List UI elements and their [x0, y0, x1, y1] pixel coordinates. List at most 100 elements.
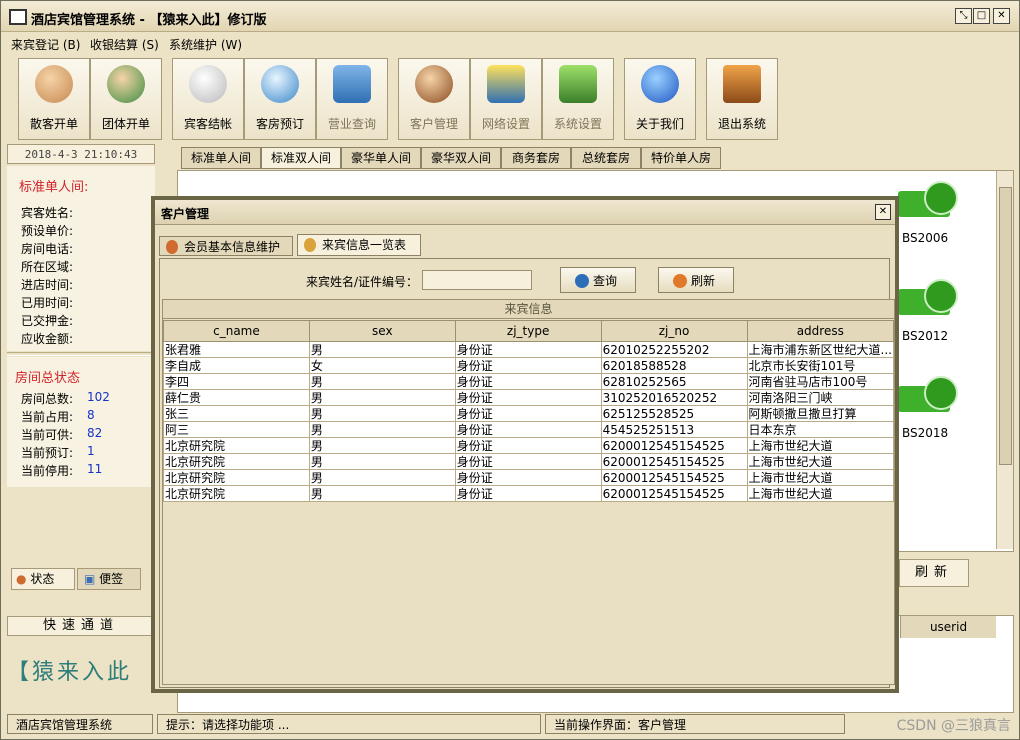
status-value: 82 [87, 426, 103, 440]
table-cell: 身份证 [454, 469, 602, 486]
clock: 2018-4-3 21:10:43 [7, 144, 155, 164]
table-row[interactable]: 张三男身份证 625125528525 阿斯顿撒旦撒旦打算 [163, 405, 895, 422]
tab-guest-list[interactable]: 来宾信息一览表 [297, 234, 421, 256]
room-info-field: 进店时间: [21, 278, 74, 292]
table-cell: 身份证 [454, 485, 602, 502]
restore-icon[interactable]: ⤡ [955, 8, 972, 24]
table-cell: 身份证 [454, 405, 602, 422]
column-header[interactable]: address [746, 320, 895, 342]
userid-column-header: userid [900, 616, 996, 638]
table-row[interactable]: 北京研究院男身份证 6200012545154525 上海市世纪大道 [163, 469, 895, 486]
table-row[interactable]: 李自成女身份证 62018588528 北京市长安街101号 [163, 357, 895, 374]
table-row[interactable]: 薛仁贵男身份证 310252016520252 河南洛阳三门峡 [163, 389, 895, 406]
room-grid-scrollbar[interactable] [996, 171, 1013, 549]
table-cell: 身份证 [454, 341, 602, 358]
tab-presidential-suite[interactable]: 总统套房 [571, 147, 641, 169]
table-row[interactable]: 阿三男身份证 454525251513 日本东京 [163, 421, 895, 438]
reservation-button[interactable]: 客房预订 [244, 58, 316, 140]
tab-standard-single[interactable]: 标准单人间 [181, 147, 261, 169]
close-icon[interactable]: ✕ [875, 204, 891, 220]
exit-icon [723, 65, 761, 103]
table-cell: 河南省驻马店市100号 [746, 373, 895, 390]
business-query-button[interactable]: 营业查询 [316, 58, 388, 140]
table-cell: 北京研究院 [163, 453, 310, 470]
watermark: CSDN @三狼真言 [896, 718, 1011, 734]
left-tabs: ● 状态 ▣ 便签 [7, 568, 155, 590]
brand-text: 【猿来入此 [7, 660, 133, 685]
table-row[interactable]: 李四男身份证 62810252565 河南省驻马店市100号 [163, 373, 895, 390]
maximize-icon[interactable]: □ [973, 8, 990, 24]
table-row[interactable]: 北京研究院男身份证 6200012545154525 上海市世纪大道 [163, 453, 895, 470]
tab-standard-double[interactable]: 标准双人间 [261, 147, 341, 169]
table-cell: 北京研究院 [163, 469, 310, 486]
room-info-field: 应收金额: [21, 332, 74, 346]
close-icon[interactable]: ✕ [993, 8, 1010, 24]
divider [7, 352, 155, 356]
room-info-field: 已用时间: [21, 296, 74, 310]
table-cell: 身份证 [454, 453, 602, 470]
menu-system[interactable]: 系统维护 (W) [169, 36, 242, 53]
room-info: 标准单人间: 宾客姓名: 预设单价: 房间电话: 所在区域: 进店时间: 已用时… [7, 166, 155, 351]
guest-table-container: 来宾信息 c_name sex zj_type zj_no address 张君… [162, 299, 895, 685]
table-row[interactable]: 北京研究院男身份证 6200012545154525 上海市世纪大道 [163, 485, 895, 502]
memo-icon: ▣ [84, 572, 96, 586]
system-settings-button[interactable]: 系统设置 [542, 58, 614, 140]
table-cell: 身份证 [454, 421, 602, 438]
about-button[interactable]: 关于我们 [624, 58, 696, 140]
search-input[interactable] [422, 270, 532, 290]
table-row[interactable]: 张君雅男身份证 62010252255202 上海市浦东新区世纪大道... [163, 341, 895, 358]
exit-button[interactable]: 退出系统 [706, 58, 778, 140]
room-card[interactable]: BS2006 [898, 181, 958, 245]
room-card[interactable]: BS2012 [898, 279, 958, 343]
menu-checkin[interactable]: 来宾登记 (B) [11, 36, 80, 53]
room-number: BS2006 [902, 231, 949, 245]
status-value: 8 [87, 408, 95, 422]
group-order-button[interactable]: 团体开单 [90, 58, 162, 140]
room-status-heading: 房间总状态 [15, 371, 81, 386]
menu-cashier[interactable]: 收银结算 (S) [90, 36, 159, 53]
tab-special-single[interactable]: 特价单人房 [641, 147, 721, 169]
checkout-button[interactable]: 宾客结帐 [172, 58, 244, 140]
tab-deluxe-single[interactable]: 豪华单人间 [341, 147, 421, 169]
status-bar: 酒店宾馆管理系统 提示：请选择功能项 ... 当前操作界面：客户管理 CSDN … [1, 712, 1019, 738]
tab-deluxe-double[interactable]: 豪华双人间 [421, 147, 501, 169]
tab-status[interactable]: ● 状态 [11, 568, 75, 590]
table-cell: 上海市浦东新区世纪大道... [746, 341, 895, 358]
column-header[interactable]: zj_type [454, 320, 602, 342]
refresh-button[interactable]: 刷新 [658, 267, 734, 293]
table-cell: 上海市世纪大道 [746, 469, 895, 486]
tab-member-info[interactable]: 会员基本信息维护 [159, 236, 293, 256]
room-number: BS2012 [902, 329, 949, 343]
table-cell: 上海市世纪大道 [746, 485, 895, 502]
table-cell: 阿斯顿撒旦撒旦打算 [746, 405, 895, 422]
table-cell: 北京市长安街101号 [746, 357, 895, 374]
network-icon [487, 65, 525, 103]
column-header[interactable]: c_name [163, 320, 310, 342]
table-cell: 河南洛阳三门峡 [746, 389, 895, 406]
customer-management-dialog: 客户管理 ✕ 会员基本信息维护 来宾信息一览表 来宾姓名/证件编号： 查询 刷新 [151, 196, 899, 693]
refresh-button[interactable]: 刷新 [899, 559, 969, 587]
query-button[interactable]: 查询 [560, 267, 636, 293]
tab-business-suite[interactable]: 商务套房 [501, 147, 571, 169]
column-header[interactable]: zj_no [600, 320, 748, 342]
menu-bar: 来宾登记 (B) 收银结算 (S) 系统维护 (W) [1, 32, 1019, 54]
table-cell: 6200012545154525 [600, 485, 748, 502]
table-cell: 身份证 [454, 437, 602, 454]
column-header[interactable]: sex [308, 320, 456, 342]
status-hint: 提示：请选择功能项 ... [157, 714, 541, 734]
table-cell: 男 [308, 373, 456, 390]
search-label: 来宾姓名/证件编号： [306, 275, 419, 289]
table-cell: 上海市世纪大道 [746, 453, 895, 470]
walkin-order-button[interactable]: 散客开单 [18, 58, 90, 140]
table-caption: 来宾信息 [163, 300, 894, 319]
table-cell: 身份证 [454, 373, 602, 390]
tab-memo[interactable]: ▣ 便签 [77, 568, 141, 590]
table-cell: 男 [308, 453, 456, 470]
network-settings-button[interactable]: 网络设置 [470, 58, 542, 140]
scroll-thumb[interactable] [999, 187, 1012, 465]
room-card[interactable]: BS2018 [898, 376, 958, 440]
table-cell: 62810252565 [600, 373, 748, 390]
table-row[interactable]: 北京研究院男身份证 6200012545154525 上海市世纪大道 [163, 437, 895, 454]
table-cell: 男 [308, 389, 456, 406]
customer-management-button[interactable]: 客户管理 [398, 58, 470, 140]
